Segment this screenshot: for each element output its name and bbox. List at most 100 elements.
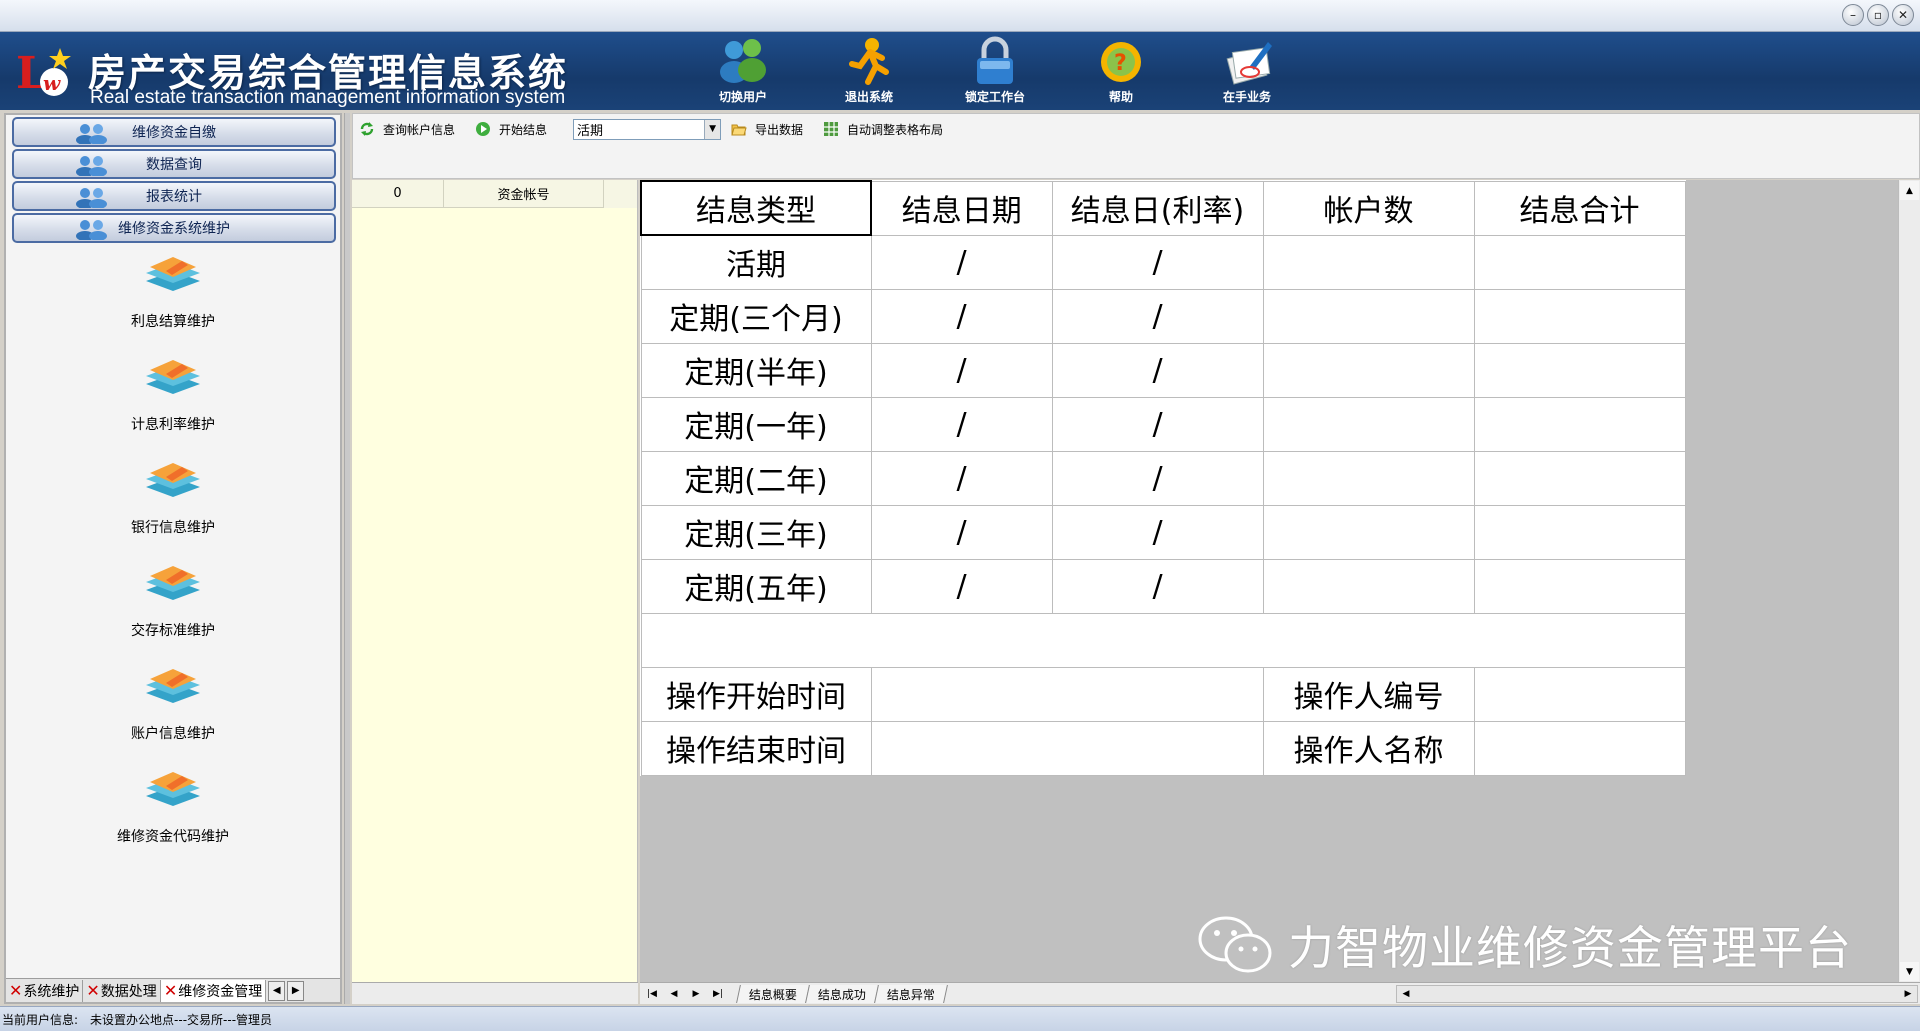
cell-rate[interactable]: / [1051, 396, 1264, 452]
cell-type[interactable]: 定期(二年) [640, 450, 872, 506]
cell-count[interactable] [1262, 396, 1475, 452]
cell-rate[interactable]: / [1051, 450, 1264, 506]
next-sheet-icon[interactable]: ▶ [686, 985, 706, 1003]
header-settlement-total[interactable]: 结息合计 [1473, 180, 1686, 236]
report-horizontal-scrollbar[interactable]: ◀ ▶ [1396, 985, 1918, 1003]
group-report-stats[interactable]: 报表统计 [12, 181, 336, 211]
in-hand-business-button[interactable]: 在手业务 [1184, 36, 1310, 108]
exit-system-button[interactable]: 退出系统 [806, 36, 932, 108]
tab-settlement-summary[interactable]: 结息概要 [736, 984, 810, 1003]
cell-rate[interactable]: / [1051, 234, 1264, 290]
report-vertical-scrollbar[interactable]: ▲ ▼ [1898, 180, 1920, 982]
last-sheet-icon[interactable]: ▶| [708, 985, 728, 1003]
cell-type[interactable]: 活期 [640, 234, 872, 290]
cell-type[interactable]: 定期(三个月) [640, 288, 872, 344]
tab-settlement-error[interactable]: 结息异常 [874, 984, 948, 1003]
op-name-label[interactable]: 操作人名称 [1262, 720, 1475, 776]
close-tab-icon[interactable]: ✕ [86, 981, 99, 1000]
deposit-type-select[interactable]: 活期 ▼ [573, 118, 722, 140]
header-settlement-date[interactable]: 结息日期 [870, 180, 1053, 236]
cell-count[interactable] [1262, 234, 1475, 290]
export-data-button[interactable]: 导出数据 [731, 121, 803, 138]
cell-type[interactable]: 定期(一年) [640, 396, 872, 452]
cell-date[interactable]: / [870, 288, 1053, 344]
cell-rate[interactable]: / [1051, 342, 1264, 398]
cell-total[interactable] [1473, 450, 1686, 506]
switch-user-button[interactable]: 切换用户 [680, 36, 806, 108]
scroll-right-icon[interactable]: ▶ [1899, 986, 1917, 1002]
op-start-label[interactable]: 操作开始时间 [640, 666, 872, 722]
cell-count[interactable] [1262, 342, 1475, 398]
account-grid[interactable]: 0 资金帐号 [352, 180, 638, 982]
close-tab-icon[interactable]: ✕ [9, 981, 22, 1000]
cell-date[interactable]: / [870, 396, 1053, 452]
op-id-label[interactable]: 操作人编号 [1262, 666, 1475, 722]
cell-date[interactable]: / [870, 342, 1053, 398]
cell-rate[interactable]: / [1051, 558, 1264, 614]
tab-settlement-success[interactable]: 结息成功 [805, 984, 879, 1003]
op-start-value[interactable] [870, 666, 1264, 722]
cell-total[interactable] [1473, 396, 1686, 452]
scroll-left-icon[interactable]: ◀ [1397, 986, 1415, 1002]
interest-settlement-item[interactable]: 利息结算维护 [6, 251, 340, 354]
account-info-item[interactable]: 账户信息维护 [6, 663, 340, 766]
cell-date[interactable]: / [870, 558, 1053, 614]
cell-rate[interactable]: / [1051, 504, 1264, 560]
panel-splitter[interactable] [344, 113, 350, 1004]
group-self-payment[interactable]: 维修资金自缴 [12, 117, 336, 147]
tab-fund-management[interactable]: ✕ 维修资金管理 [160, 979, 267, 1002]
lock-workbench-button[interactable]: 锁定工作台 [932, 36, 1058, 108]
help-button[interactable]: ? 帮助 [1058, 36, 1184, 108]
op-end-label[interactable]: 操作结束时间 [640, 720, 872, 776]
account-grid-col-index[interactable]: 0 [352, 180, 444, 208]
group-report-stats-label: 报表统计 [146, 189, 202, 205]
query-account-button[interactable]: 查询帐户信息 [359, 121, 455, 138]
close-button[interactable]: ✕ [1892, 4, 1914, 26]
cell-type[interactable]: 定期(半年) [640, 342, 872, 398]
scroll-down-icon[interactable]: ▼ [1900, 962, 1919, 981]
tab-scroll-right-icon[interactable]: ▶ [287, 980, 305, 1001]
cell-date[interactable]: / [870, 450, 1053, 506]
tab-system-maintenance[interactable]: ✕ 系统维护 [6, 979, 84, 1002]
tab-scroll-left-icon[interactable]: ◀ [268, 980, 286, 1001]
op-id-value[interactable] [1473, 666, 1686, 722]
prev-sheet-icon[interactable]: ◀ [664, 985, 684, 1003]
maximize-button[interactable]: ▫ [1867, 4, 1889, 26]
op-name-value[interactable] [1473, 720, 1686, 776]
start-settlement-button[interactable]: 开始结息 [475, 121, 547, 138]
cell-total[interactable] [1473, 504, 1686, 560]
cell-count[interactable] [1262, 288, 1475, 344]
cell-total[interactable] [1473, 342, 1686, 398]
cell-total[interactable] [1473, 234, 1686, 290]
group-data-query[interactable]: 数据查询 [12, 149, 336, 179]
group-system-maintenance[interactable]: 维修资金系统维护 [12, 213, 336, 243]
autofit-layout-button[interactable]: 自动调整表格布局 [823, 121, 943, 138]
cell-date[interactable]: / [870, 504, 1053, 560]
cell-count[interactable] [1262, 558, 1475, 614]
cell-date[interactable]: / [870, 234, 1053, 290]
fund-code-item[interactable]: 维修资金代码维护 [6, 766, 340, 869]
close-tab-icon[interactable]: ✕ [164, 981, 177, 1000]
op-end-value[interactable] [870, 720, 1264, 776]
cell-rate[interactable]: / [1051, 288, 1264, 344]
in-hand-business-label: 在手业务 [1222, 90, 1271, 104]
interest-rate-item[interactable]: 计息利率维护 [6, 354, 340, 457]
deposit-standard-item[interactable]: 交存标准维护 [6, 560, 340, 663]
spacer-cell[interactable] [640, 612, 1686, 668]
minimize-button[interactable]: – [1842, 4, 1864, 26]
cell-type[interactable]: 定期(五年) [640, 558, 872, 614]
scroll-up-icon[interactable]: ▲ [1900, 181, 1919, 200]
bank-info-item[interactable]: 银行信息维护 [6, 457, 340, 560]
header-settlement-rate[interactable]: 结息日(利率) [1051, 180, 1264, 236]
cell-type[interactable]: 定期(三年) [640, 504, 872, 560]
tab-data-processing[interactable]: ✕ 数据处理 [83, 979, 161, 1002]
header-account-count[interactable]: 帐户数 [1262, 180, 1475, 236]
cell-total[interactable] [1473, 288, 1686, 344]
header-settlement-type[interactable]: 结息类型 [640, 180, 872, 236]
chevron-down-icon[interactable]: ▼ [704, 119, 721, 139]
cell-total[interactable] [1473, 558, 1686, 614]
cell-count[interactable] [1262, 504, 1475, 560]
cell-count[interactable] [1262, 450, 1475, 506]
account-grid-col-account[interactable]: 资金帐号 [444, 180, 604, 208]
first-sheet-icon[interactable]: |◀ [642, 985, 662, 1003]
